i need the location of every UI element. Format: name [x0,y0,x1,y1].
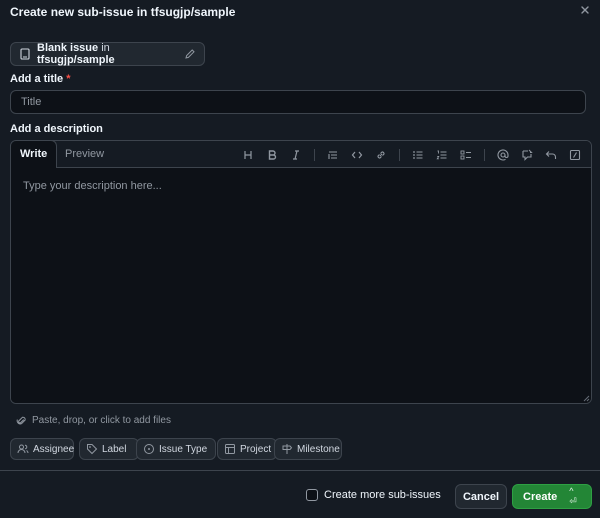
assignee-label: Assignee [33,443,75,455]
project-label: Project [240,443,272,455]
task-list-icon[interactable] [458,147,474,163]
attach-files-text: Paste, drop, or click to add files [32,415,171,426]
attach-files-button[interactable]: Paste, drop, or click to add files [16,415,171,426]
assignee-button[interactable]: Assignee [10,438,74,460]
issue-type-label: Issue Type [159,443,208,455]
toolbar-divider [484,149,485,161]
link-icon[interactable] [373,147,389,163]
reference-icon[interactable] [519,147,535,163]
milestone-label: Milestone [297,443,340,455]
title-label-text: Add a title [10,73,64,85]
milestone-icon [281,443,293,455]
table-icon [224,443,236,455]
heading-icon[interactable] [240,147,256,163]
required-marker: * [66,73,71,85]
quote-icon[interactable] [325,147,341,163]
editor-toolbar: Write Preview [11,141,591,168]
template-in-text: in [101,42,110,54]
cancel-button[interactable]: Cancel [455,484,507,509]
title-label: Add a title * [10,73,71,85]
create-sub-issue-dialog: Create new sub-issue in tfsugjp/sample B… [0,0,600,518]
create-more-checkbox[interactable] [306,489,318,501]
tag-icon [86,443,98,455]
issue-type-button[interactable]: Issue Type [136,438,216,460]
description-label: Add a description [10,123,103,135]
keyboard-shortcut-icon: ^ ⏎ [569,486,577,506]
slash-commands-icon[interactable] [567,147,583,163]
toolbar-divider [314,149,315,161]
create-button[interactable]: Create ^ ⏎ [512,484,592,509]
close-icon[interactable] [578,3,592,17]
milestone-button[interactable]: Milestone [274,438,342,460]
italic-icon[interactable] [288,147,304,163]
undo-icon[interactable] [543,147,559,163]
tab-write[interactable]: Write [11,141,58,168]
people-icon [17,443,29,455]
title-input[interactable] [10,90,586,114]
bold-icon[interactable] [264,147,280,163]
template-selector-button[interactable]: Blank issue in tfsugjp/sample [10,42,205,66]
dialog-footer: Create more sub-issues Cancel Create ^ ⏎ [0,470,600,518]
project-button[interactable]: Project [217,438,277,460]
dialog-title: Create new sub-issue in tfsugjp/sample [10,5,236,19]
issue-type-icon [143,443,155,455]
issue-template-icon [19,48,31,60]
create-button-label: Create [523,490,558,503]
toolbar-divider [399,149,400,161]
template-name: Blank issue [37,42,99,54]
resize-handle-icon[interactable] [582,394,590,402]
label-button[interactable]: Label [79,438,139,460]
mention-icon[interactable] [495,147,511,163]
paperclip-icon [16,415,27,426]
description-editor: Write Preview [10,140,592,404]
numbered-list-icon[interactable] [434,147,450,163]
create-more-label: Create more sub-issues [324,489,441,501]
create-more-option: Create more sub-issues [306,489,441,501]
pencil-icon [184,48,196,60]
tab-preview[interactable]: Preview [56,141,113,168]
bulleted-list-icon[interactable] [410,147,426,163]
template-repo: tfsugjp/sample [37,54,115,66]
description-textarea[interactable] [11,168,591,403]
label-button-text: Label [102,443,127,455]
dialog-header: Create new sub-issue in tfsugjp/sample [0,0,600,24]
code-icon[interactable] [349,147,365,163]
